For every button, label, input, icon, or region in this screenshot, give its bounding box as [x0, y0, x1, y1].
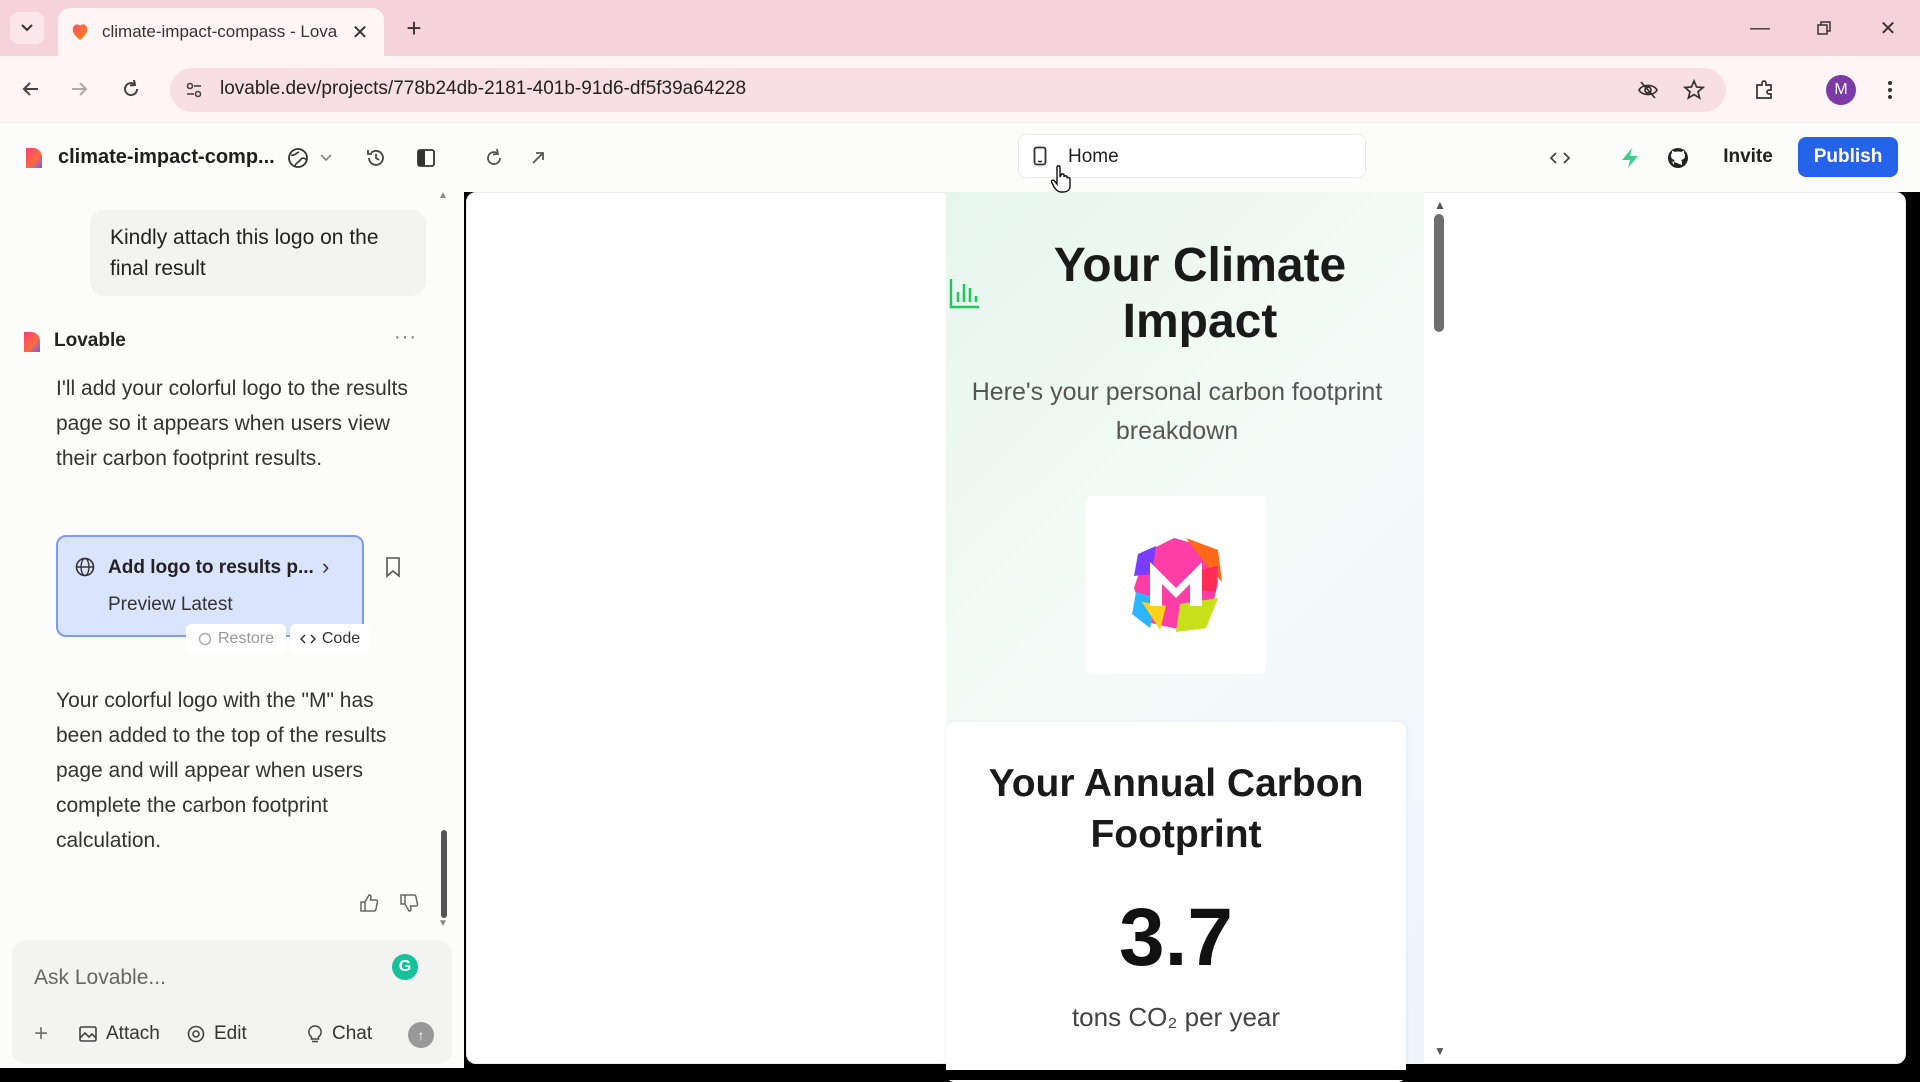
chat-mode-button[interactable]: Chat	[306, 1020, 372, 1048]
invite-button[interactable]: Invite	[1708, 138, 1788, 176]
project-name[interactable]: climate-impact-comp...	[58, 146, 275, 169]
chat-scroll-down-icon[interactable]: ▼	[438, 918, 448, 929]
profile-avatar[interactable]: M	[1826, 75, 1856, 105]
supabase-bolt-icon[interactable]	[1614, 142, 1646, 174]
restore-label: Restore	[217, 630, 275, 647]
lovable-favicon-icon	[72, 24, 88, 40]
version-card-subtitle: Preview Latest	[108, 594, 233, 615]
code-label: Code	[321, 630, 361, 647]
globe-icon	[75, 557, 95, 577]
refresh-preview-icon[interactable]	[478, 142, 510, 174]
restore-button[interactable]: Restore	[186, 624, 286, 654]
chat-scrollbar[interactable]	[441, 830, 447, 918]
thumbs-down-icon[interactable]	[396, 890, 422, 916]
footprint-value: 3.7	[1119, 892, 1233, 983]
version-card-title: Add logo to results p...	[108, 557, 314, 578]
chevron-down-icon[interactable]	[316, 142, 336, 174]
new-tab-button[interactable]: +	[398, 12, 430, 44]
restore-icon	[198, 632, 212, 646]
lightbulb-icon	[308, 1025, 322, 1043]
lovable-avatar-icon	[24, 332, 40, 352]
globe-icon[interactable]	[282, 142, 314, 174]
assistant-message: I'll add your colorful logo to the resul…	[56, 377, 408, 470]
edit-button[interactable]: Edit	[186, 1020, 247, 1048]
chat-mode-label: Chat	[332, 1023, 373, 1044]
plus-icon: +	[34, 1020, 49, 1047]
tab-close-icon[interactable]: ✕	[348, 20, 372, 45]
edit-label: Edit	[214, 1023, 247, 1044]
tab-search-button[interactable]	[10, 12, 44, 44]
forward-icon[interactable]	[62, 72, 96, 106]
github-icon[interactable]	[1662, 142, 1694, 174]
tab-title: climate-impact-compass - Lova	[102, 22, 338, 41]
bookmark-icon[interactable]	[383, 555, 403, 579]
colorful-m-logo	[1132, 538, 1222, 632]
footprint-unit: tons CO₂ per year	[1071, 1002, 1281, 1032]
assistant-name: Lovable	[54, 330, 126, 351]
image-icon	[79, 1026, 97, 1042]
grammarly-icon[interactable]: G	[392, 954, 418, 980]
eye-off-icon[interactable]	[1632, 74, 1664, 106]
url-text[interactable]: lovable.dev/projects/778b24db-2181-401b-…	[220, 78, 746, 100]
code-button[interactable]: Code	[290, 624, 370, 654]
site-settings-icon[interactable]	[180, 76, 208, 104]
code-icon	[299, 634, 316, 644]
code-view-icon[interactable]	[1544, 142, 1576, 174]
chat-scroll-up-icon[interactable]: ▲	[438, 190, 448, 201]
attach-button[interactable]: Attach	[78, 1020, 160, 1048]
add-button[interactable]: +	[34, 1020, 48, 1048]
page-subtitle: Here's your personal carbon footprint br…	[971, 378, 1383, 445]
chevron-right-icon[interactable]: ›	[322, 554, 329, 580]
footprint-title: Your Annual Carbon Footprint	[988, 762, 1364, 856]
bookmark-star-icon[interactable]	[1678, 74, 1710, 106]
reload-icon[interactable]	[114, 72, 148, 106]
browser-tab-active[interactable]: climate-impact-compass - Lova ✕	[58, 8, 384, 56]
bar-chart-icon	[949, 279, 979, 309]
page-title: Your Climate Impact	[1053, 239, 1347, 348]
send-arrow-icon[interactable]: ↑	[408, 1022, 434, 1048]
publish-button[interactable]: Publish	[1798, 137, 1898, 177]
preview-scrollbar[interactable]	[1434, 214, 1444, 332]
close-window-icon[interactable]: ✕	[1868, 10, 1908, 46]
route-label: Home	[1068, 146, 1119, 167]
more-options-icon[interactable]: ···	[394, 326, 417, 349]
back-icon[interactable]	[14, 72, 48, 106]
extensions-icon[interactable]	[1748, 74, 1780, 106]
version-card[interactable]	[56, 535, 364, 637]
preview-scroll-up-icon[interactable]: ▲	[1434, 198, 1446, 212]
bottom-edge	[0, 1070, 1920, 1080]
restore-window-glyph	[1817, 21, 1831, 35]
thumbs-up-icon[interactable]	[356, 890, 382, 916]
attach-label: Attach	[106, 1023, 160, 1044]
minimize-icon[interactable]: —	[1740, 10, 1780, 46]
lovable-logo-icon	[26, 148, 42, 168]
restore-window-icon[interactable]	[1804, 10, 1844, 46]
browser-menu-icon[interactable]	[1874, 74, 1906, 106]
assistant-message: Your colorful logo with the "M" has been…	[56, 689, 387, 852]
chat-input[interactable]	[34, 960, 374, 996]
chevron-down-icon	[21, 24, 33, 32]
toggle-sidebar-icon[interactable]	[410, 142, 442, 174]
open-external-icon[interactable]	[522, 142, 554, 174]
preview-scroll-down-icon[interactable]: ▼	[1434, 1044, 1446, 1058]
target-icon	[187, 1025, 205, 1043]
history-icon[interactable]	[360, 142, 392, 174]
user-message: Kindly attach this logo on the final res…	[90, 210, 426, 296]
hand-cursor-icon	[1050, 165, 1071, 193]
